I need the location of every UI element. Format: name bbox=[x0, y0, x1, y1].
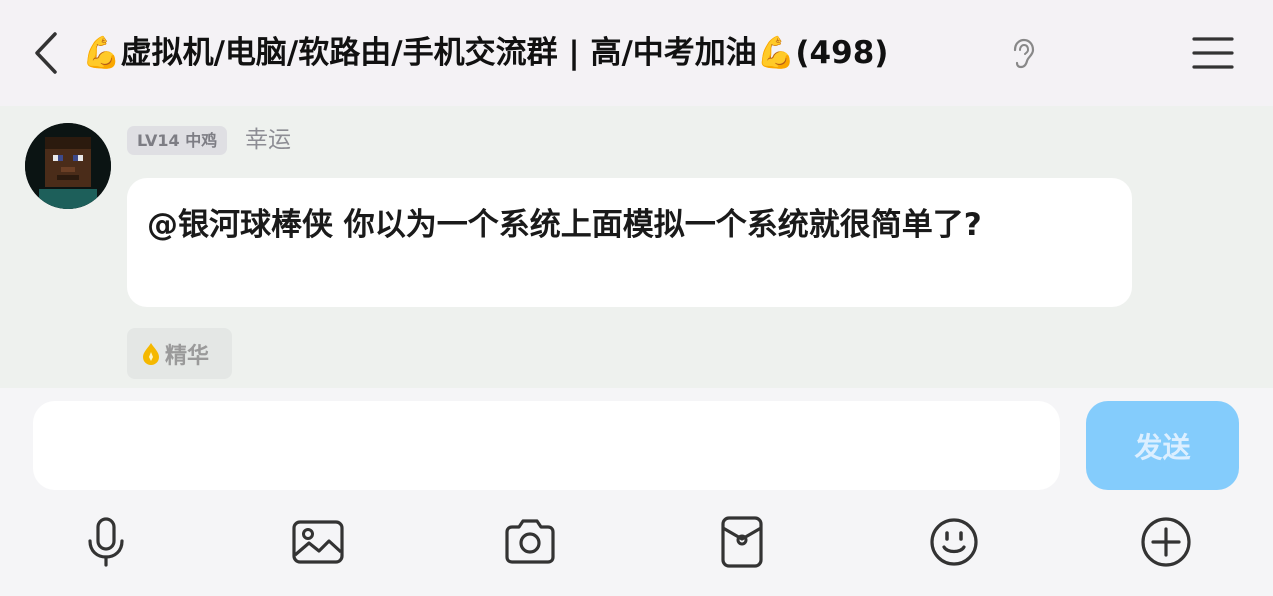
composer: 发送 bbox=[0, 388, 1273, 596]
level-badge: LV14 中鸡 bbox=[127, 126, 228, 155]
message-text: @银河球棒侠 你以为一个系统上面模拟一个系统就很简单了? bbox=[147, 207, 982, 243]
avatar[interactable] bbox=[25, 123, 111, 209]
message-input[interactable] bbox=[33, 401, 1060, 490]
send-button[interactable]: 发送 bbox=[1086, 401, 1239, 490]
chat-header: 💪虚拟机/电脑/软路由/手机交流群 | 高/中考加油💪(498) bbox=[0, 0, 1273, 106]
voice-button[interactable] bbox=[79, 515, 133, 569]
flame-drop-icon bbox=[143, 342, 159, 365]
essence-label: 精华 bbox=[165, 343, 210, 369]
ear-icon[interactable] bbox=[1008, 38, 1036, 70]
avatar-image bbox=[25, 123, 111, 209]
red-packet-button[interactable] bbox=[715, 515, 769, 569]
image-icon bbox=[292, 520, 344, 564]
emoji-button[interactable] bbox=[927, 515, 981, 569]
plus-circle-icon bbox=[1141, 517, 1191, 567]
sender-nickname[interactable]: 幸运 bbox=[245, 124, 291, 156]
menu-button[interactable] bbox=[1192, 34, 1234, 72]
red-packet-icon bbox=[721, 516, 763, 568]
essence-tag[interactable]: 精华 bbox=[127, 328, 232, 379]
microphone-icon bbox=[88, 517, 124, 567]
image-button[interactable] bbox=[291, 515, 345, 569]
group-title[interactable]: 💪虚拟机/电脑/软路由/手机交流群 | 高/中考加油💪(498) bbox=[82, 30, 888, 76]
hamburger-menu-icon bbox=[1192, 37, 1234, 69]
back-button[interactable] bbox=[26, 30, 66, 76]
camera-icon bbox=[505, 519, 555, 564]
more-button[interactable] bbox=[1139, 515, 1193, 569]
emoji-icon bbox=[930, 518, 978, 566]
camera-button[interactable] bbox=[503, 515, 557, 569]
message-list[interactable]: LV14 中鸡 幸运 @银河球棒侠 你以为一个系统上面模拟一个系统就很简单了? … bbox=[0, 106, 1273, 388]
chevron-left-icon bbox=[35, 32, 57, 74]
message-bubble[interactable]: @银河球棒侠 你以为一个系统上面模拟一个系统就很简单了? bbox=[127, 178, 1132, 307]
